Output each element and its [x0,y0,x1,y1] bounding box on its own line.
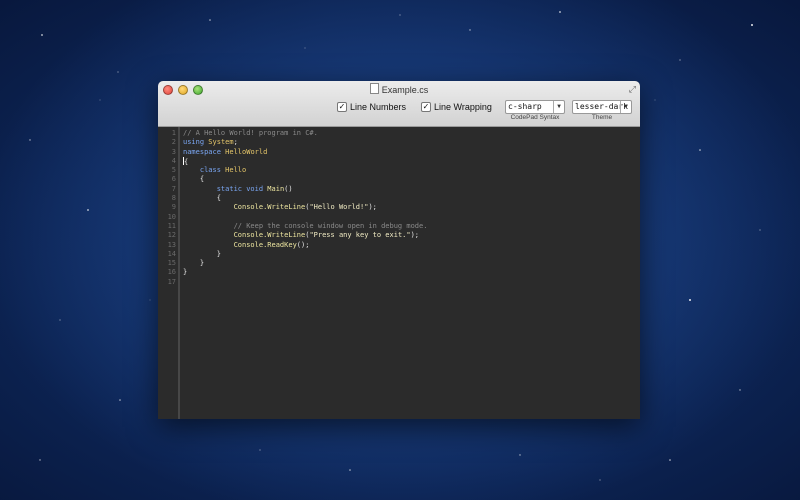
code-area[interactable]: // A Hello World! program in C#. using Sy… [183,127,640,287]
line-number-gutter: 1 2 3 4 5 6 7 8 9 10 11 12 13 14 15 16 17 [158,127,180,419]
line-numbers-checkbox[interactable]: ✓ Line Numbers [337,102,406,112]
title-bar[interactable]: Example.cs ⤢ ✓ Line Numbers ✓ Line Wrapp… [158,81,640,127]
code-line: Console.WriteLine("Hello World!"); [183,203,640,212]
code-editor[interactable]: 1 2 3 4 5 6 7 8 9 10 11 12 13 14 15 16 17 // A Hello Wor… [158,127,640,419]
code-token: } [183,249,221,258]
code-token: using [183,138,209,147]
toolbar: ✓ Line Numbers ✓ Line Wrapping c-sharp ▼… [158,99,640,125]
code-token: "Press any key to exit." [309,231,411,240]
theme-select-label: Theme [591,114,613,121]
chevron-down-icon: ▼ [620,101,631,113]
window-title-text: Example.cs [381,85,429,95]
code-token: "Hello World!" [309,203,369,212]
code-token: Main [267,184,285,193]
code-token: ); [368,203,377,212]
chevron-down-icon: ▼ [553,101,564,113]
code-token: Console.ReadKey [183,240,297,249]
code-token: HelloWorld [225,147,268,156]
code-line: // A Hello World! program in C#. [183,129,640,138]
code-token: namespace [183,147,226,156]
code-token: (); [296,240,310,249]
code-line: { [183,156,640,166]
code-token: Hello [225,166,247,175]
code-line: static void Main() [183,185,640,194]
codepad-window: Example.cs ⤢ ✓ Line Numbers ✓ Line Wrapp… [158,81,640,419]
line-wrapping-label: Line Wrapping [434,102,492,112]
code-line: Console.WriteLine("Press any key to exit… [183,231,640,240]
code-line: using System; [183,138,640,147]
code-token: } [183,259,205,268]
code-token: static void [183,184,268,193]
code-token: Console.WriteLine [183,231,306,240]
code-token: ); [410,231,420,240]
line-number: 9 [171,203,176,212]
code-token: // Keep the console window open in debug… [183,221,428,230]
code-line: namespace HelloWorld [183,148,640,157]
code-token: { [183,175,205,184]
code-line: } [183,250,640,259]
window-title: Example.cs [158,83,640,95]
line-number: 15 [167,259,176,268]
fullscreen-icon[interactable]: ⤢ [629,84,636,95]
line-number: 17 [167,277,176,286]
line-number: 14 [167,249,176,258]
line-wrapping-checkbox[interactable]: ✓ Line Wrapping [421,102,492,112]
line-number: 2 [171,138,176,147]
code-line: } [183,259,640,268]
code-token: () [284,184,293,193]
code-line: // Keep the console window open in debug… [183,222,640,231]
line-number: 10 [167,212,176,221]
line-number: 13 [167,240,176,249]
syntax-select-label: CodePad Syntax [510,114,560,121]
line-number: 1 [171,129,176,137]
code-token: ; [233,138,238,147]
theme-select[interactable]: lesser-dark ▼ [572,100,632,114]
line-number: 11 [167,221,176,230]
code-token: // A Hello World! program in C#. [183,129,318,137]
checkmark-icon: ✓ [337,102,347,112]
document-icon [369,83,379,94]
code-line: { [183,175,640,184]
line-number: 7 [171,184,176,193]
code-token: System [208,138,234,147]
line-number: 5 [171,166,176,175]
code-token: } [183,268,188,277]
code-token: Console.WriteLine [183,203,306,212]
code-token: { [183,194,221,203]
line-number: 4 [171,156,176,165]
syntax-select[interactable]: c-sharp ▼ [505,100,565,114]
checkmark-icon: ✓ [421,102,431,112]
line-numbers-label: Line Numbers [350,102,407,112]
line-number: 8 [171,194,176,203]
line-number: 6 [171,175,176,184]
syntax-select-value: c-sharp [508,102,542,111]
code-line: class Hello [183,166,640,175]
line-number: 3 [171,147,176,156]
line-number: 12 [167,231,176,240]
code-line: } [183,268,640,277]
code-line: Console.ReadKey(); [183,241,640,250]
code-token: class [183,166,226,175]
code-token: { [184,157,189,166]
line-number: 16 [167,268,176,277]
code-line: { [183,194,640,203]
